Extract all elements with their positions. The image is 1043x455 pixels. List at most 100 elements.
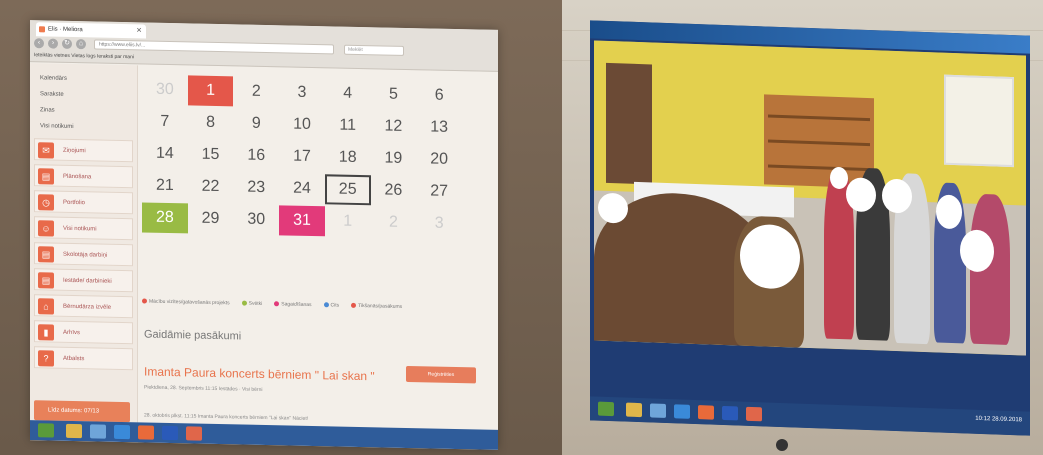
legend-label: Tikšanās/pasākums bbox=[358, 302, 403, 310]
paint-icon[interactable] bbox=[186, 426, 202, 441]
search-input[interactable]: Meklēt bbox=[344, 44, 404, 56]
sidebar-item[interactable]: ? Atbalsts bbox=[34, 346, 133, 371]
media-icon[interactable] bbox=[650, 403, 666, 418]
calendar-day-cell[interactable]: 30 bbox=[233, 204, 279, 235]
calendar-day-cell[interactable]: 3 bbox=[279, 77, 325, 108]
calendar-day-cell[interactable]: 5 bbox=[371, 79, 417, 110]
calendar-day-cell[interactable]: 20 bbox=[416, 144, 462, 175]
document-icon: ▤ bbox=[38, 272, 54, 289]
calendar-day-cell[interactable]: 3 bbox=[416, 208, 462, 239]
tray-time: 10:12 bbox=[975, 415, 991, 423]
calendar-day-cell[interactable]: 19 bbox=[371, 143, 417, 174]
sidebar-bottom-button[interactable]: Līdz datums: 07/13 bbox=[34, 400, 130, 423]
calendar-day-cell[interactable]: 12 bbox=[371, 111, 417, 142]
calendar-day-cell[interactable]: 11 bbox=[325, 110, 371, 141]
sidebar-item[interactable]: ✉ Ziņojumi bbox=[34, 138, 133, 163]
sidebar-item[interactable]: ⌂ Bērnudārza izvēle bbox=[34, 294, 133, 319]
legend-label: Svētki bbox=[248, 300, 263, 307]
forward-icon[interactable]: › bbox=[48, 38, 58, 49]
lock-icon: ▮ bbox=[38, 324, 54, 341]
calendar-day-cell[interactable]: 14 bbox=[142, 138, 188, 169]
firefox-icon[interactable] bbox=[138, 425, 154, 440]
paint-icon[interactable] bbox=[746, 406, 762, 422]
sidebar-subitem[interactable]: Visi notikumi bbox=[30, 118, 137, 136]
ie-icon[interactable] bbox=[114, 424, 130, 440]
reload-icon[interactable]: ↻ bbox=[62, 38, 72, 49]
event-meta: Piektdiena, 28. Septembris 11:15 Iestāde… bbox=[144, 384, 263, 393]
sidebar-item[interactable]: ▤ Skolotāja darbiņi bbox=[34, 242, 133, 267]
classroom-photo bbox=[594, 40, 1026, 356]
calendar-day-cell[interactable]: 10 bbox=[279, 109, 325, 140]
shelf-board bbox=[768, 114, 870, 122]
start-icon[interactable] bbox=[38, 423, 54, 438]
calendar-day-cell[interactable]: 18 bbox=[325, 142, 371, 173]
system-tray[interactable]: 10:12 28.09.2018 bbox=[975, 416, 1022, 424]
legend-label: Sagaidīšanas bbox=[281, 301, 312, 308]
event-title[interactable]: Imanta Paura koncerts bērniem " Lai skan… bbox=[144, 364, 375, 383]
main-content: 30 1 2 3 4 5 6 7 8 9 10 11 12 13 14 15 16 17 18 19 20 21 22 23 2… bbox=[142, 66, 492, 449]
legend-item: Tikšanās/pasākums bbox=[351, 303, 408, 310]
sidebar-item[interactable]: ◷ Portfolio bbox=[34, 190, 133, 215]
clock-icon: ◷ bbox=[38, 194, 54, 211]
word-icon[interactable] bbox=[722, 405, 738, 421]
calendar-day-cell[interactable]: 17 bbox=[279, 141, 325, 172]
sidebar-item[interactable]: ▮ Arhīvs bbox=[34, 320, 133, 345]
word-icon[interactable] bbox=[162, 425, 178, 441]
sidebar-subitem[interactable]: Kalendārs bbox=[30, 63, 137, 88]
register-button[interactable]: Reģistrēties bbox=[406, 365, 476, 384]
folder-icon[interactable] bbox=[66, 423, 82, 439]
calendar-day-cell[interactable]: 1 bbox=[187, 75, 234, 107]
calendar-day-cell[interactable]: 8 bbox=[188, 107, 234, 138]
calendar-grid: 30 1 2 3 4 5 6 7 8 9 10 11 12 13 14 15 16 17 18 19 20 21 22 23 2… bbox=[142, 74, 462, 239]
legend-dot-icon bbox=[142, 298, 147, 304]
sidebar-item[interactable]: ▤ Iestāde/ darbinieki bbox=[34, 268, 133, 293]
calendar-day-cell[interactable]: 15 bbox=[188, 139, 234, 170]
calendar-day-cell[interactable]: 26 bbox=[371, 175, 417, 206]
calendar-day-cell[interactable]: 27 bbox=[416, 176, 462, 207]
calendar-day-cell[interactable]: 13 bbox=[416, 112, 462, 143]
url-bar[interactable]: https://www.eliis.lv/... bbox=[94, 39, 334, 55]
windows-taskbar: 10:12 28.09.2018 bbox=[590, 396, 1030, 436]
calendar-day-cell[interactable]: 21 bbox=[142, 170, 188, 201]
calendar-day-cell[interactable]: 2 bbox=[233, 76, 279, 107]
envelope-icon: ✉ bbox=[38, 142, 54, 159]
calendar-day-cell[interactable]: 31 bbox=[279, 205, 325, 237]
home-icon[interactable]: ⌂ bbox=[76, 39, 86, 50]
shelf-board bbox=[768, 164, 870, 172]
calendar-day-cell[interactable]: 2 bbox=[371, 207, 417, 238]
shelf-board bbox=[768, 139, 870, 147]
ie-icon[interactable] bbox=[674, 404, 690, 419]
start-icon[interactable] bbox=[598, 401, 614, 417]
back-icon[interactable]: ‹ bbox=[34, 38, 44, 49]
sidebar-item[interactable]: ☺ Visi notikumi bbox=[34, 216, 133, 241]
calendar-day-cell[interactable]: 1 bbox=[325, 206, 371, 237]
calendar-day-cell[interactable]: 24 bbox=[279, 173, 325, 204]
legend-item: Svētki bbox=[241, 300, 269, 308]
legend-dot-icon bbox=[274, 301, 280, 307]
close-icon[interactable]: ✕ bbox=[136, 24, 142, 38]
legend-label: Mācību vizītes/gatavošanās projekts bbox=[149, 298, 230, 307]
folder-icon[interactable] bbox=[626, 402, 642, 418]
calendar-day-cell[interactable]: 6 bbox=[416, 80, 462, 111]
legend-dot-icon bbox=[351, 302, 357, 309]
media-icon[interactable] bbox=[90, 424, 106, 439]
calendar-day-cell[interactable]: 16 bbox=[233, 140, 279, 171]
calendar-day-cell[interactable]: 4 bbox=[325, 78, 371, 109]
calendar-day-cell[interactable]: 22 bbox=[188, 171, 234, 202]
calendar-day-cell[interactable]: 28 bbox=[142, 202, 188, 234]
legend-dot-icon bbox=[323, 302, 329, 308]
sidebar-item[interactable]: ▤ Plānošana bbox=[34, 164, 133, 189]
home-icon: ⌂ bbox=[38, 298, 54, 315]
calendar-day-cell[interactable]: 30 bbox=[142, 74, 188, 105]
browser-tab[interactable]: Elis · Meliora ✕ bbox=[36, 22, 146, 39]
calendar-day-cell[interactable]: 29 bbox=[188, 203, 234, 234]
legend-item: Cits bbox=[323, 302, 346, 309]
calendar-day-cell[interactable]: 9 bbox=[233, 108, 279, 139]
calendar-day-cell[interactable]: 23 bbox=[233, 172, 279, 203]
bookmarks-bar[interactable]: Ieteiktās vietnes Vietas logs Ieraksti p… bbox=[34, 52, 134, 60]
firefox-icon[interactable] bbox=[698, 405, 714, 420]
cable-plug bbox=[776, 439, 788, 451]
calendar-day-cell[interactable]: 7 bbox=[142, 106, 188, 137]
document-icon: ▤ bbox=[38, 246, 54, 263]
calendar-day-cell[interactable]: 25 bbox=[324, 174, 371, 206]
